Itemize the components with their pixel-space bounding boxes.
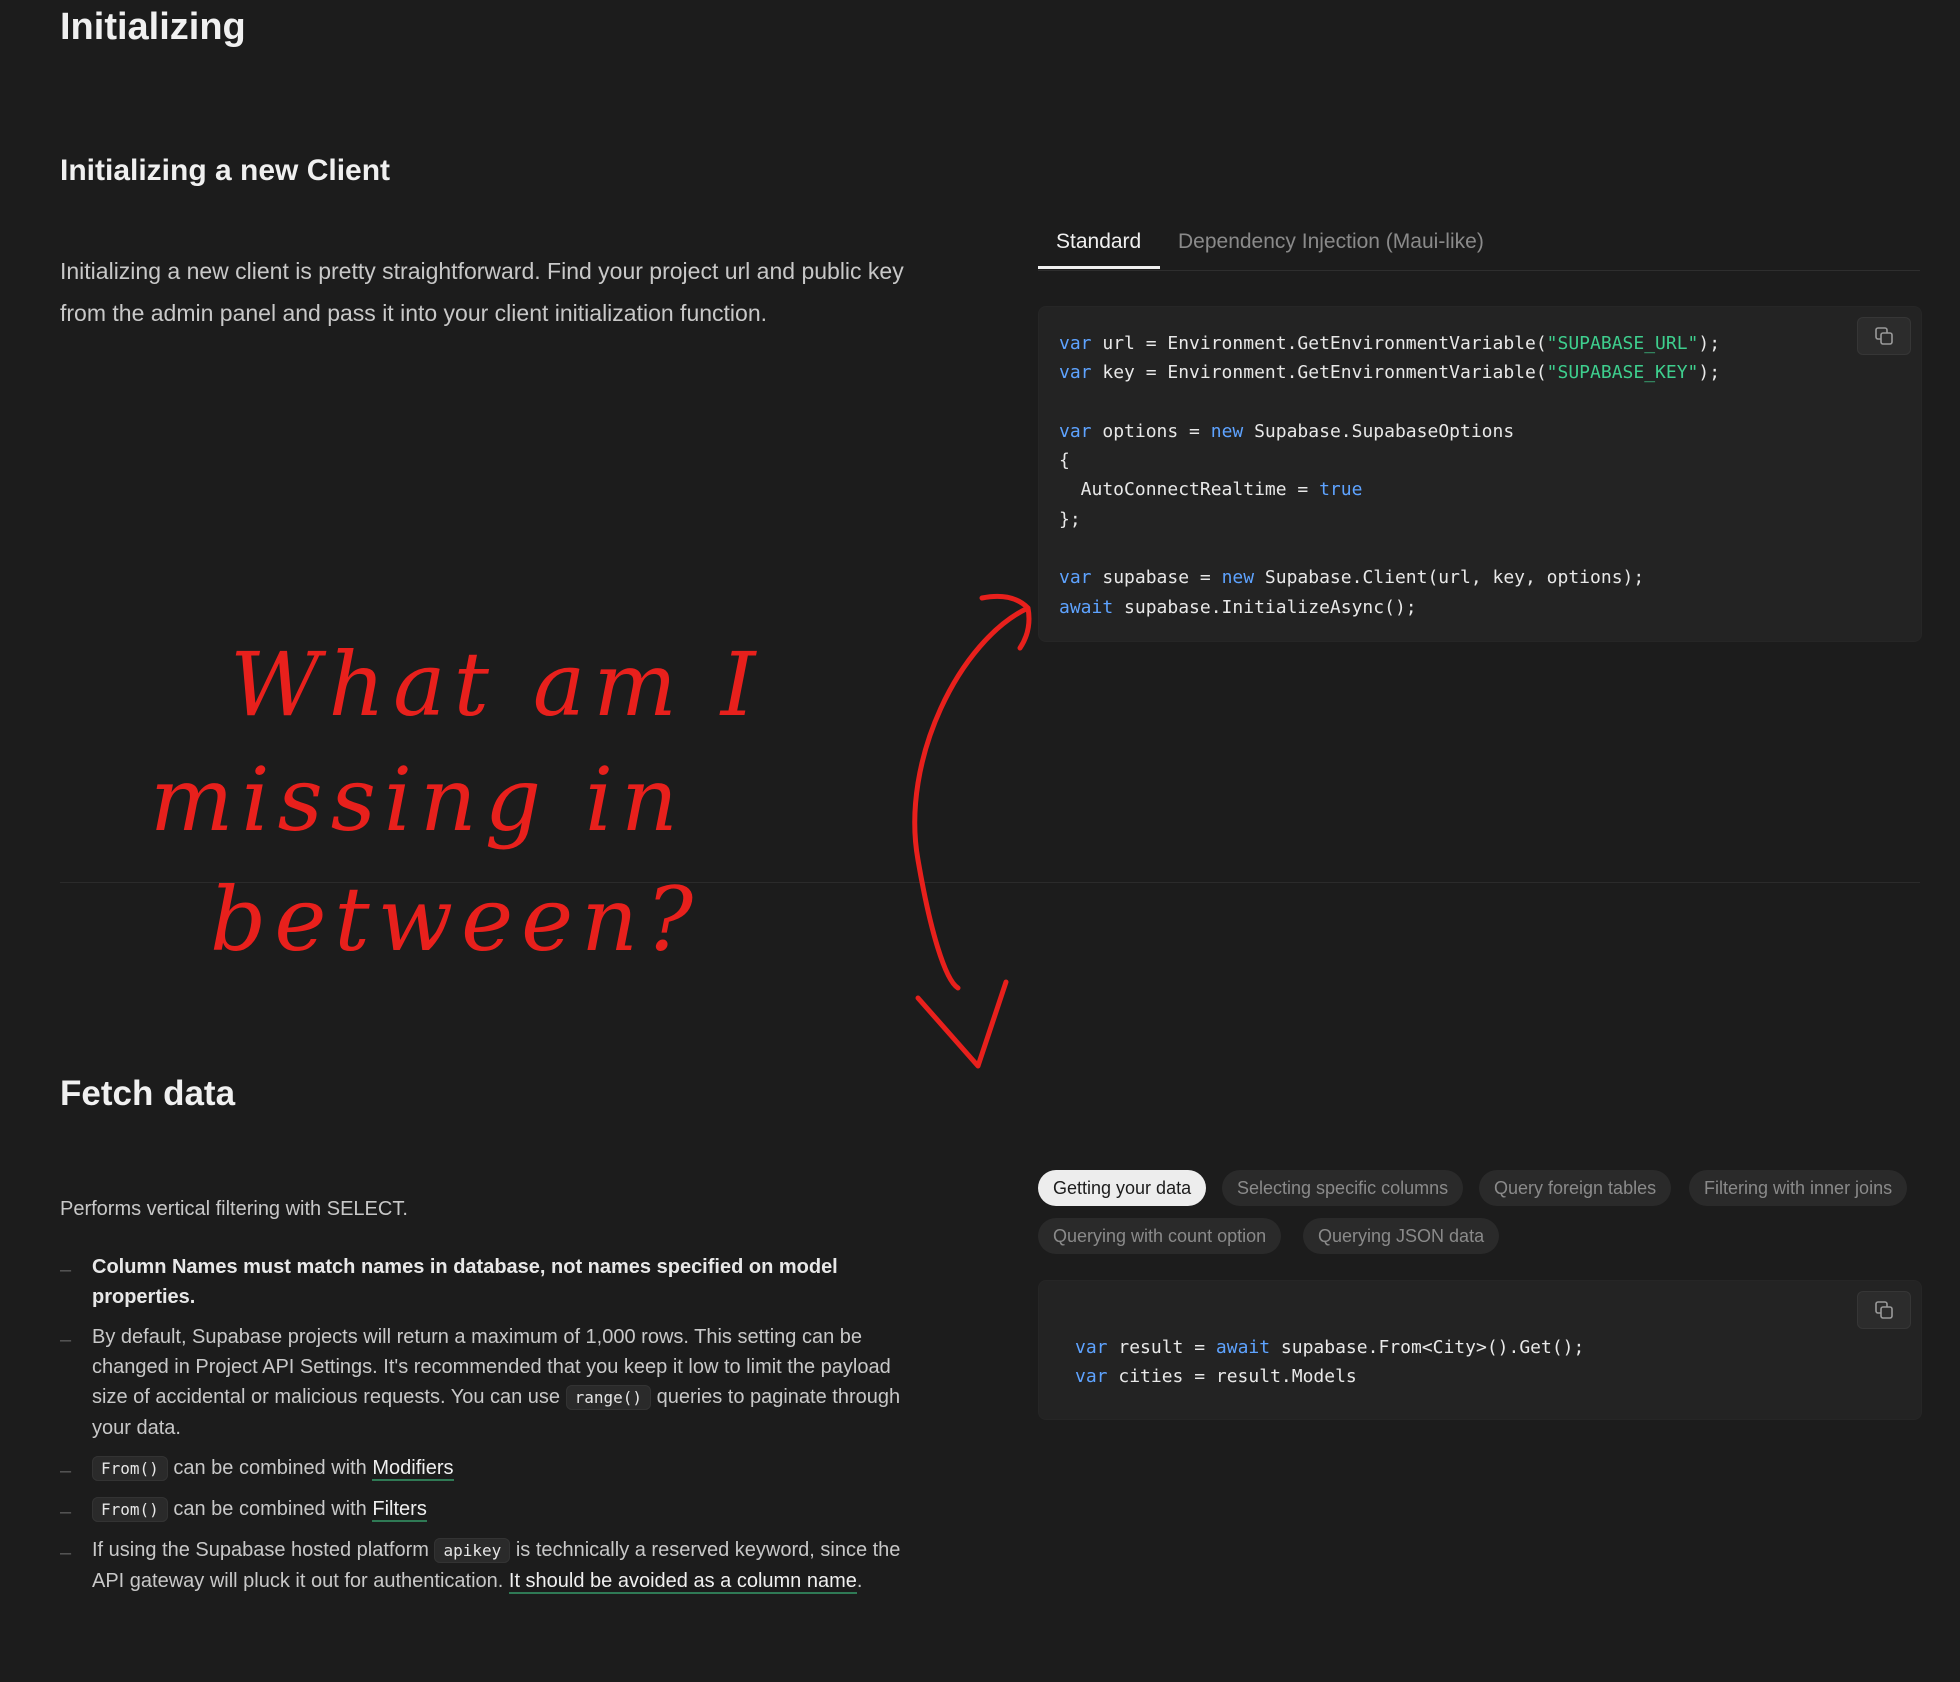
- page-title: Initializing: [60, 6, 246, 48]
- code-line: {: [1059, 450, 1070, 472]
- code-tabs: Standard Dependency Injection (Maui-like…: [1038, 218, 1920, 271]
- pill-getting-your-data[interactable]: Getting your data: [1038, 1170, 1207, 1206]
- copy-icon: [1875, 1301, 1893, 1319]
- section-divider: [60, 882, 1920, 883]
- pill-json-data[interactable]: Querying JSON data: [1303, 1218, 1500, 1254]
- copy-button[interactable]: [1857, 317, 1911, 355]
- code-line: var options = new Supabase.SupabaseOptio…: [1059, 420, 1515, 442]
- copy-button[interactable]: [1857, 1291, 1911, 1329]
- pill-selecting-columns[interactable]: Selecting specific columns: [1222, 1170, 1464, 1206]
- code-line: var key = Environment.GetEnvironmentVari…: [1059, 362, 1721, 384]
- list-item: If using the Supabase hosted platform ap…: [60, 1535, 930, 1596]
- fetch-description: Performs vertical filtering with SELECT.: [60, 1198, 408, 1220]
- note-text: If using the Supabase hosted platform: [92, 1539, 429, 1561]
- code-line: var supabase = new Supabase.Client(url, …: [1059, 567, 1645, 589]
- code-line: var cities = result.Models: [1075, 1366, 1357, 1388]
- section-title: Initializing a new Client: [60, 154, 391, 187]
- code-line: await supabase.InitializeAsync();: [1059, 596, 1417, 618]
- list-item: By default, Supabase projects will retur…: [60, 1322, 930, 1443]
- pill-count-option[interactable]: Querying with count option: [1038, 1218, 1282, 1254]
- list-item: From() can be combined with Modifiers: [60, 1453, 930, 1486]
- inline-code: From(): [92, 1497, 168, 1522]
- code-line: AutoConnectRealtime = true: [1059, 479, 1363, 501]
- note-text: can be combined with: [173, 1457, 367, 1479]
- active-tab-indicator: [1038, 266, 1160, 269]
- copy-icon: [1875, 327, 1893, 345]
- inline-code: range(): [565, 1385, 652, 1410]
- tab-standard[interactable]: Standard: [1056, 230, 1141, 254]
- annotation-arrowhead: [915, 979, 1009, 1069]
- pill-query-foreign-tables[interactable]: Query foreign tables: [1479, 1170, 1672, 1206]
- annotation-line-2: missing in: [150, 748, 686, 851]
- fetch-code-block: var result = await supabase.From<City>()…: [1038, 1280, 1922, 1420]
- inline-code: apikey: [434, 1538, 511, 1563]
- init-code: var url = Environment.GetEnvironmentVari…: [1059, 329, 1720, 622]
- init-code-block: var url = Environment.GetEnvironmentVari…: [1038, 306, 1922, 642]
- notes-list: Column Names must match names in databas…: [60, 1252, 930, 1606]
- annotation-line-1: What am I: [230, 633, 764, 736]
- note-bold: Column Names must match names in databas…: [92, 1256, 838, 1308]
- code-line: var result = await supabase.From<City>()…: [1075, 1337, 1585, 1358]
- list-item: Column Names must match names in databas…: [60, 1252, 930, 1312]
- annotation-line-3: between?: [210, 868, 701, 971]
- annotation-arrow: [912, 593, 1032, 991]
- pill-filtering-inner-joins[interactable]: Filtering with inner joins: [1689, 1170, 1908, 1206]
- list-item: From() can be combined with Filters: [60, 1494, 930, 1527]
- intro-text: Initializing a new client is pretty stra…: [60, 258, 904, 326]
- annotation-text: What am I missing in between?: [150, 633, 800, 971]
- fetch-code: var result = await supabase.From<City>()…: [1075, 1333, 1584, 1392]
- note-text: .: [856, 1570, 863, 1592]
- inline-code: From(): [92, 1456, 168, 1481]
- reserved-keyword-link[interactable]: It should be avoided as a column name: [508, 1570, 857, 1594]
- tab-dependency-injection[interactable]: Dependency Injection (Maui-like): [1178, 230, 1484, 254]
- note-text: can be combined with: [173, 1498, 367, 1520]
- filters-link[interactable]: Filters: [372, 1498, 427, 1522]
- fetch-title: Fetch data: [60, 1074, 236, 1113]
- modifiers-link[interactable]: Modifiers: [372, 1457, 454, 1481]
- code-line: };: [1059, 508, 1081, 530]
- code-line: var url = Environment.GetEnvironmentVari…: [1059, 333, 1721, 354]
